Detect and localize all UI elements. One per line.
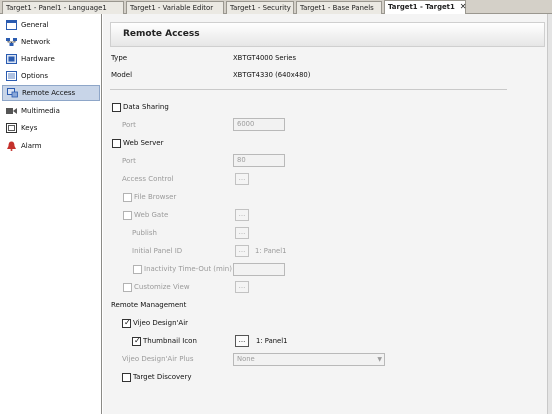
web-server-label: Web Server — [123, 139, 164, 147]
data-sharing-label: Data Sharing — [123, 103, 169, 111]
inactivity-input[interactable] — [233, 263, 285, 276]
vijeo-plus-select[interactable]: None ▼ — [233, 353, 385, 366]
data-sharing-checkbox[interactable] — [112, 103, 121, 112]
file-browser-checkbox[interactable] — [123, 193, 132, 202]
web-server-checkbox[interactable] — [112, 139, 121, 148]
settings-sidebar: General Network Hardware Options Remote … — [0, 14, 102, 414]
remote-access-icon — [7, 88, 18, 98]
publish-button[interactable]: ... — [235, 227, 249, 239]
publish-label: Publish — [132, 229, 157, 237]
options-icon — [6, 71, 17, 81]
initial-panel-label: Initial Panel ID — [132, 247, 183, 255]
page-title: Remote Access — [123, 29, 200, 39]
sidebar-item-general[interactable]: General — [2, 17, 100, 33]
general-icon — [6, 20, 17, 30]
sidebar-item-alarm[interactable]: Alarm — [2, 138, 100, 154]
target-discovery-label: Target Discovery — [133, 373, 192, 381]
sidebar-item-label: Network — [21, 38, 51, 46]
thumbnail-panel-button[interactable]: ... — [235, 335, 249, 347]
tab-panel1-language1[interactable]: Target1 - Panel1 - Language1 — [2, 1, 124, 14]
vijeo-plus-label: Vijeo Design'Air Plus — [122, 355, 194, 363]
model-label: Model — [111, 71, 133, 79]
inactivity-label: Inactivity Time-Out (min) — [144, 265, 232, 273]
thumbnail-panel-value: 1: Panel1 — [256, 337, 288, 345]
file-browser-label: File Browser — [134, 193, 177, 201]
chevron-down-icon: ▼ — [377, 356, 382, 363]
tab-target1[interactable]: Target1 - Target1 ✕ — [384, 0, 466, 14]
document-tab-strip: Target1 - Panel1 - Language1 Target1 - V… — [0, 0, 552, 14]
sidebar-item-network[interactable]: Network — [2, 34, 100, 50]
vijeo-plus-value: None — [237, 355, 255, 363]
remote-access-panel: Remote Access Type XBTGT4000 Series Mode… — [103, 14, 552, 414]
alarm-icon — [6, 141, 17, 151]
model-value: XBTGT4330 (640x480) — [233, 71, 311, 79]
customize-view-label: Customize View — [134, 283, 190, 291]
web-server-port-input[interactable]: 80 — [233, 154, 285, 167]
customize-view-button[interactable]: ... — [235, 281, 249, 293]
sidebar-item-multimedia[interactable]: Multimedia — [2, 103, 100, 119]
tab-label: Target1 - Variable Editor — [130, 4, 214, 12]
access-control-label: Access Control — [122, 175, 174, 183]
check-icon: ✓ — [124, 318, 131, 327]
close-tab-icon[interactable]: ✕ — [460, 1, 467, 13]
divider — [110, 89, 507, 90]
web-gate-checkbox[interactable] — [123, 211, 132, 220]
hardware-icon — [6, 54, 17, 64]
inactivity-checkbox[interactable] — [133, 265, 142, 274]
initial-panel-value: 1: Panel1 — [255, 247, 287, 255]
web-server-port-label: Port — [122, 157, 136, 165]
web-gate-button[interactable]: ... — [235, 209, 249, 221]
check-icon: ✓ — [134, 336, 141, 345]
sidebar-item-label: Options — [21, 72, 49, 80]
sidebar-item-keys[interactable]: Keys — [2, 120, 100, 136]
tab-label: Target1 - Base Panels — [300, 4, 374, 12]
sidebar-item-hardware[interactable]: Hardware — [2, 51, 100, 67]
sidebar-item-options[interactable]: Options — [2, 68, 100, 84]
sidebar-item-label: Alarm — [21, 142, 42, 150]
panel-header: Remote Access — [110, 22, 545, 47]
type-value: XBTGT4000 Series — [233, 54, 297, 62]
vijeo-air-label: Vijeo Design'Air — [133, 319, 189, 327]
sidebar-item-label: General — [21, 21, 49, 29]
type-label: Type — [111, 54, 128, 62]
tab-label: Target1 - Target1 — [388, 3, 455, 11]
tab-security[interactable]: Target1 - Security — [226, 1, 294, 14]
data-sharing-port-input[interactable]: 6000 — [233, 118, 285, 131]
tab-base-panels[interactable]: Target1 - Base Panels — [296, 1, 382, 14]
multimedia-icon — [6, 106, 17, 116]
vertical-scrollbar[interactable] — [547, 14, 552, 414]
network-icon — [6, 37, 17, 47]
sidebar-item-label: Hardware — [21, 55, 55, 63]
tab-variable-editor[interactable]: Target1 - Variable Editor — [126, 1, 224, 14]
data-sharing-port-label: Port — [122, 121, 136, 129]
thumbnail-icon-checkbox[interactable]: ✓ — [132, 336, 141, 346]
sidebar-item-remote-access[interactable]: Remote Access — [2, 85, 100, 101]
access-control-button[interactable]: ... — [235, 173, 249, 185]
sidebar-item-label: Multimedia — [21, 107, 60, 115]
thumbnail-icon-label: Thumbnail Icon — [143, 337, 197, 345]
initial-panel-button[interactable]: ... — [235, 245, 249, 257]
web-gate-label: Web Gate — [134, 211, 169, 219]
tab-label: Target1 - Panel1 - Language1 — [6, 4, 107, 12]
target-discovery-checkbox[interactable] — [122, 373, 131, 382]
remote-management-heading: Remote Management — [111, 301, 187, 309]
customize-view-checkbox[interactable] — [123, 283, 132, 292]
keys-icon — [6, 123, 17, 133]
tab-label: Target1 - Security — [230, 4, 291, 12]
sidebar-item-label: Remote Access — [22, 89, 76, 97]
sidebar-item-label: Keys — [21, 124, 38, 132]
vijeo-air-checkbox[interactable]: ✓ — [122, 318, 131, 328]
